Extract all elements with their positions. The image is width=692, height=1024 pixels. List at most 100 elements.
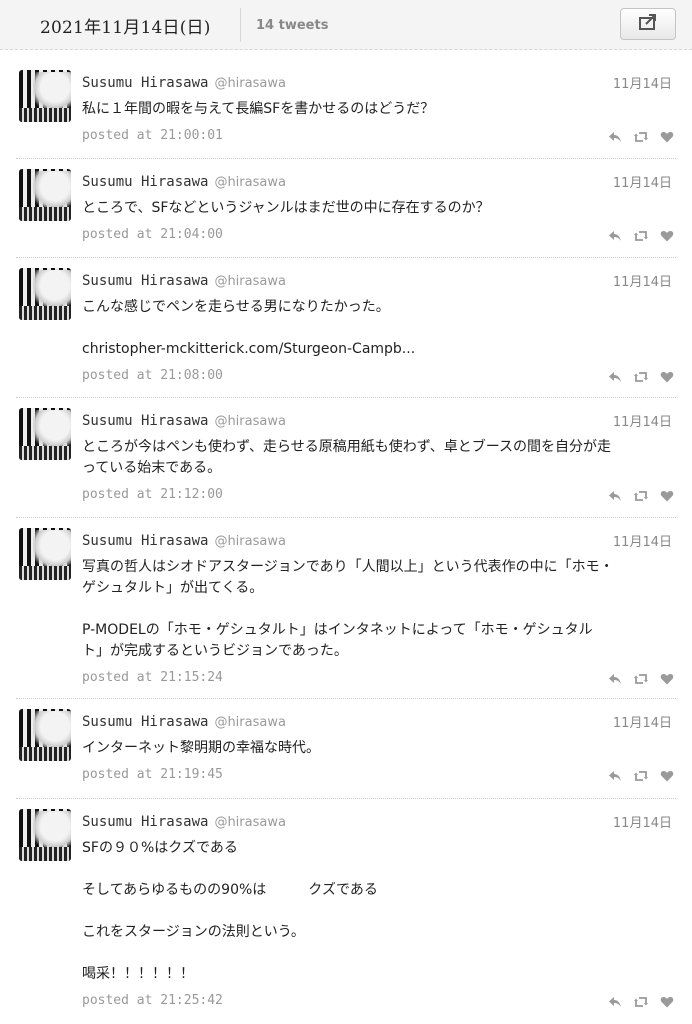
user-name[interactable]: Susumu Hirasawa <box>82 413 208 429</box>
tweet-line: こんな感じでペンを走らせる男になりたかった。 <box>82 299 390 315</box>
tweet-count: 14 tweets <box>256 18 329 33</box>
tweet-header: Susumu Hirasawa @hirasawa 11月14日 <box>82 270 676 290</box>
reply-icon[interactable] <box>608 994 622 1008</box>
user-name[interactable]: Susumu Hirasawa <box>82 174 208 190</box>
tweet-line: P-MODELの「ホモ・ゲシュタルト」はインタネットによって「ホモ・ゲシュタル <box>82 622 593 638</box>
tweet-header: Susumu Hirasawa @hirasawa 11月14日 <box>82 711 676 731</box>
retweet-icon[interactable] <box>634 488 648 502</box>
tweet-line: 私に１年間の暇を与えて長編SFを書かせるのはどうだ？ <box>82 101 435 117</box>
reply-icon[interactable] <box>608 228 622 242</box>
user-name[interactable]: Susumu Hirasawa <box>82 75 208 91</box>
tweet-item: Susumu Hirasawa @hirasawa 11月14日こんな感じでペンを走… <box>16 258 676 398</box>
tweet-date[interactable]: 11月14日 <box>613 712 672 731</box>
retweet-icon[interactable] <box>634 228 648 242</box>
page-title: 2021年11月14日(日) <box>40 18 211 38</box>
user-name[interactable]: Susumu Hirasawa <box>82 814 208 830</box>
reply-icon[interactable] <box>608 369 622 383</box>
user-handle[interactable]: @hirasawa <box>214 274 286 289</box>
heart-icon[interactable] <box>660 488 674 502</box>
user-name[interactable]: Susumu Hirasawa <box>82 714 208 730</box>
tweet-date[interactable]: 11月14日 <box>613 271 672 290</box>
share-button[interactable] <box>620 8 676 40</box>
avatar[interactable] <box>19 809 71 861</box>
retweet-icon[interactable] <box>634 369 648 383</box>
tweet-line: ト」が完成するというビジョンであった。 <box>82 643 348 659</box>
tweet-item: Susumu Hirasawa @hirasawa 11月14日私に１年間の暇を与え… <box>16 60 676 159</box>
tweet-date[interactable]: 11月14日 <box>613 73 672 92</box>
avatar[interactable] <box>19 408 71 460</box>
retweet-icon[interactable] <box>634 768 648 782</box>
heart-icon[interactable] <box>660 768 674 782</box>
user-handle[interactable]: @hirasawa <box>214 175 286 190</box>
tweet-item: Susumu Hirasawa @hirasawa 11月14日インターネット黎明期… <box>16 699 676 799</box>
reply-icon[interactable] <box>608 488 622 502</box>
avatar[interactable] <box>19 709 71 761</box>
tweet-text: SFの９０%はクズである そしてあらゆるものの90%は クズである これをスタージョ… <box>82 838 672 985</box>
tweet-actions <box>608 369 674 383</box>
posted-timestamp[interactable]: posted at 21:15:24 <box>82 670 223 685</box>
heart-icon[interactable] <box>660 994 674 1008</box>
tweet-date[interactable]: 11月14日 <box>613 411 672 430</box>
user-name[interactable]: Susumu Hirasawa <box>82 273 208 289</box>
header-divider <box>240 8 241 42</box>
tweet-line: っている始末である。 <box>82 460 222 476</box>
posted-timestamp[interactable]: posted at 21:04:00 <box>82 227 223 242</box>
tweet-header: Susumu Hirasawa @hirasawa 11月14日 <box>82 72 676 92</box>
share-icon <box>638 13 658 35</box>
posted-timestamp[interactable]: posted at 21:12:00 <box>82 487 223 502</box>
heart-icon[interactable] <box>660 228 674 242</box>
retweet-icon[interactable] <box>634 671 648 685</box>
tweet-header: Susumu Hirasawa @hirasawa 11月14日 <box>82 410 676 430</box>
avatar[interactable] <box>19 268 71 320</box>
tweet-timeline: Susumu Hirasawa @hirasawa 11月14日 私に１年間の暇を与え… <box>0 60 692 1024</box>
tweet-line[interactable]: christopher-mckitterick.com/Sturgeon-Cam… <box>82 339 672 360</box>
tweet-date[interactable]: 11月14日 <box>613 531 672 550</box>
tweet-actions <box>608 671 674 685</box>
retweet-icon[interactable] <box>634 129 648 143</box>
user-handle[interactable]: @hirasawa <box>214 534 286 549</box>
heart-icon[interactable] <box>660 129 674 143</box>
avatar[interactable] <box>19 169 71 221</box>
tweet-text: インターネット黎明期の幸福な時代。 <box>82 738 672 759</box>
tweet-item: Susumu Hirasawa @hirasawa 11月14日 SFの９０%はクズで… <box>16 799 676 1024</box>
reply-icon[interactable] <box>608 671 622 685</box>
retweet-icon[interactable] <box>634 994 648 1008</box>
tweet-item: Susumu Hirasawa @hirasawa 11月14日写真の哲人はシオドア… <box>16 518 676 699</box>
tweet-text: 私に１年間の暇を与えて長編SFを書かせるのはどうだ？ <box>82 99 672 120</box>
tweet-date[interactable]: 11月14日 <box>613 812 672 831</box>
posted-timestamp[interactable]: posted at 21:00:01 <box>82 128 223 143</box>
tweet-text: こんな感じでペンを走らせる男になりたかった。 christopher-mckitt… <box>82 297 672 360</box>
tweet-header: Susumu Hirasawa @hirasawa 11月14日 <box>82 171 676 191</box>
tweet-date[interactable]: 11月14日 <box>613 172 672 191</box>
heart-icon[interactable] <box>660 671 674 685</box>
user-handle[interactable]: @hirasawa <box>214 815 286 830</box>
tweet-line: これをスタージョンの法則という。 <box>82 924 305 940</box>
tweet-line: 喝采！！！！！！ <box>82 966 194 982</box>
reply-icon[interactable] <box>608 768 622 782</box>
user-handle[interactable]: @hirasawa <box>214 76 286 91</box>
tweet-actions <box>608 129 674 143</box>
heart-icon[interactable] <box>660 369 674 383</box>
avatar[interactable] <box>19 528 71 580</box>
reply-icon[interactable] <box>608 129 622 143</box>
tweet-item: Susumu Hirasawa @hirasawa 11月14日ところで、SFなどと… <box>16 159 676 258</box>
tweet-line: ところで、SFなどというジャンルはまだ世の中に存在するのか？ <box>82 200 490 216</box>
tweet-line: ゲシュタルト」が出てくる。 <box>82 580 264 596</box>
tweet-text: ところで、SFなどというジャンルはまだ世の中に存在するのか？ <box>82 198 672 219</box>
tweet-line: そしてあらゆるものの90%は クズである <box>82 882 378 898</box>
tweet-line: 写真の哲人はシオドアスタージョンであり「人間以上」という代表作の中に「ホモ・ <box>82 559 614 575</box>
tweet-header: Susumu Hirasawa @hirasawa 11月14日 <box>82 530 676 550</box>
avatar[interactable] <box>19 70 71 122</box>
tweet-actions <box>608 768 674 782</box>
user-handle[interactable]: @hirasawa <box>214 715 286 730</box>
user-name[interactable]: Susumu Hirasawa <box>82 533 208 549</box>
posted-timestamp[interactable]: posted at 21:19:45 <box>82 767 223 782</box>
tweet-line: インターネット黎明期の幸福な時代。 <box>82 740 320 756</box>
user-handle[interactable]: @hirasawa <box>214 414 286 429</box>
posted-timestamp[interactable]: posted at 21:25:42 <box>82 993 223 1008</box>
posted-timestamp[interactable]: posted at 21:08:00 <box>82 368 223 383</box>
